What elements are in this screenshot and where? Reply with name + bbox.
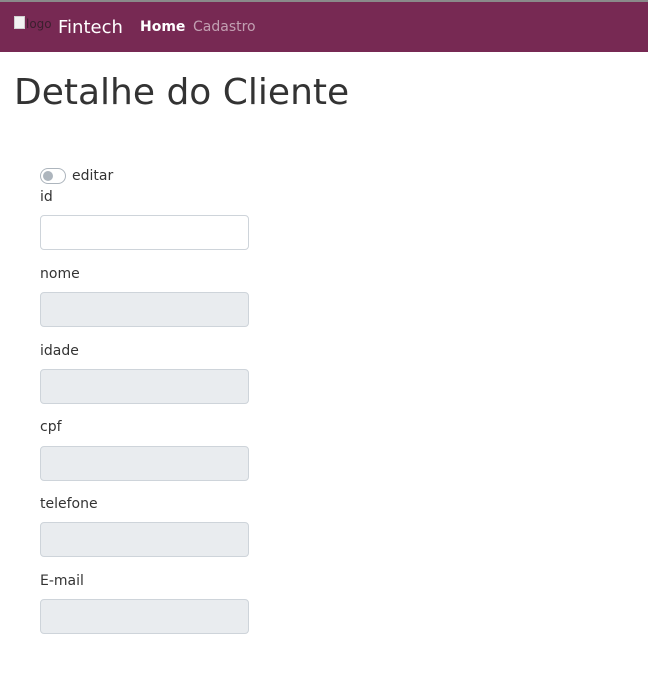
idade-input[interactable]: [40, 369, 249, 404]
idade-label: idade: [40, 343, 79, 359]
nome-input[interactable]: [40, 292, 249, 327]
broken-image-icon: [14, 16, 25, 29]
id-input[interactable]: [40, 215, 249, 250]
brand-name[interactable]: Fintech: [58, 17, 123, 38]
toggle-knob: [43, 171, 53, 181]
telefone-label: telefone: [40, 496, 98, 512]
brand-logo-image[interactable]: logo: [14, 16, 58, 36]
email-input[interactable]: [40, 599, 249, 634]
edit-toggle-switch[interactable]: [40, 168, 66, 184]
page-title: Detalhe do Cliente: [14, 72, 350, 113]
nav-link-cadastro[interactable]: Cadastro: [193, 19, 256, 35]
edit-toggle-label[interactable]: editar: [72, 168, 113, 184]
cpf-input[interactable]: [40, 446, 249, 481]
cpf-label: cpf: [40, 419, 62, 435]
navbar: logo Fintech Home Cadastro: [0, 0, 648, 52]
email-label: E-mail: [40, 573, 84, 589]
id-label: id: [40, 189, 53, 205]
telefone-input[interactable]: [40, 522, 249, 557]
nav-link-home[interactable]: Home: [140, 19, 185, 35]
logo-alt-text: logo: [26, 17, 52, 31]
nome-label: nome: [40, 266, 80, 282]
